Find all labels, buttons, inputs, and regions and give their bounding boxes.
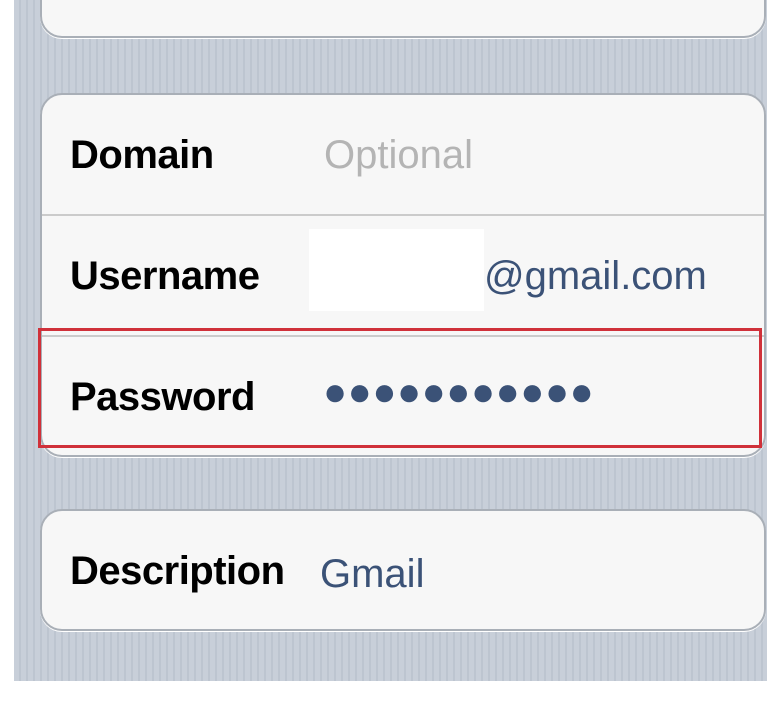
description-row[interactable]: Description Gmail (42, 511, 764, 629)
domain-label: Domain (70, 133, 214, 177)
password-row[interactable]: Password ●●●●●●●●●●● (42, 337, 764, 455)
password-label: Password (70, 375, 255, 419)
username-domain-suffix: @gmail.com (484, 254, 707, 298)
password-input[interactable]: ●●●●●●●●●●● (323, 372, 594, 412)
username-label: Username (70, 254, 260, 298)
description-label: Description (70, 549, 285, 593)
description-input[interactable]: Gmail (320, 554, 424, 594)
domain-row[interactable]: Domain Optional (42, 95, 764, 214)
account-fields-group: Domain Optional Username @gmail.com Pass… (40, 93, 766, 457)
settings-screen: Domain Optional Username @gmail.com Pass… (14, 0, 767, 681)
username-row[interactable]: Username @gmail.com (42, 216, 764, 335)
domain-input[interactable]: Optional (324, 135, 473, 175)
previous-field-group (40, 0, 766, 38)
username-input[interactable] (309, 229, 484, 311)
description-field-group: Description Gmail (40, 509, 766, 631)
